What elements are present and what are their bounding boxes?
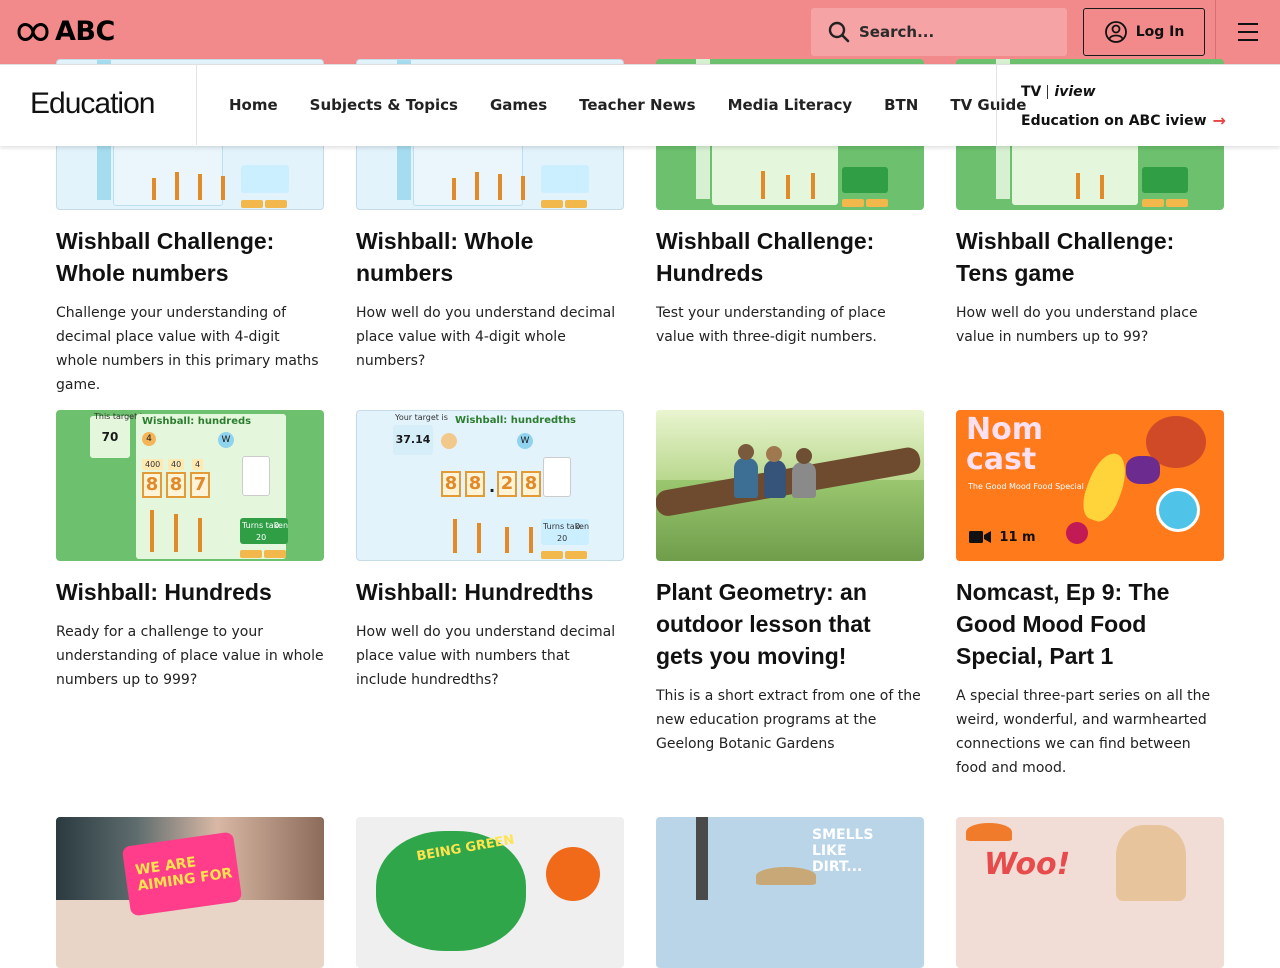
nomcast-logo-line2: cast	[966, 442, 1037, 477]
card-title[interactable]: Wishball: Hundreds	[56, 576, 324, 608]
turns-label: Turns taken	[543, 522, 590, 531]
target-number: 70	[90, 416, 130, 458]
card-description: Ready for a challenge to your understand…	[56, 624, 324, 688]
thumbnail-overlay-text: Woo!	[984, 847, 1071, 882]
education-nav: Education Home Subjects & Topics Games T…	[0, 64, 1280, 146]
abc-brand-text: ABC	[55, 16, 115, 47]
digit-hundreds[interactable]: 8	[142, 472, 162, 498]
turns-limit: 20	[256, 533, 267, 542]
login-label: Log In	[1135, 24, 1185, 40]
card-title[interactable]: Wishball Challenge: Whole numbers	[56, 225, 324, 289]
arrow-right-icon: →	[1212, 111, 1226, 130]
card-thumbnail[interactable]: SMELLS LIKE DIRT...	[656, 817, 924, 968]
card-thumbnail[interactable]: 70 This target is Wishball: hundreds 4 W…	[56, 410, 324, 561]
digit-tenths[interactable]: 2	[497, 471, 517, 497]
turns-value: 0	[575, 522, 581, 531]
card-thumbnail[interactable]: WE ARE AIMING FOR	[56, 817, 324, 968]
nav-teacher-news[interactable]: Teacher News	[563, 96, 711, 114]
search-input[interactable]	[859, 23, 1049, 41]
wish-ball: W	[517, 433, 533, 449]
video-duration-badge: 11 m	[956, 513, 1049, 561]
card[interactable]: 70 This target is Wishball: hundreds 4 W…	[56, 410, 324, 692]
abc-iview-logo: iview	[1054, 84, 1096, 100]
place-hundreds: 400	[142, 459, 164, 470]
nav-divider	[196, 65, 197, 145]
video-camera-icon	[969, 531, 992, 543]
header-divider	[1215, 0, 1216, 64]
nav-links: Home Subjects & Topics Games Teacher New…	[213, 65, 1042, 145]
card[interactable]: Nom cast The Good Mood Food Special 11 m…	[956, 410, 1224, 780]
iview-link-label: Education on ABC iview	[1021, 112, 1207, 129]
turns-label: Turns taken	[242, 521, 289, 530]
nav-btn[interactable]: BTN	[868, 96, 934, 114]
card-title[interactable]: Nomcast, Ep 9: The Good Mood Food Specia…	[956, 576, 1224, 672]
card-description: How well do you understand decimal place…	[356, 305, 616, 369]
decimal-point: .	[489, 477, 496, 496]
search-box[interactable]	[811, 8, 1067, 56]
abc-tv-logo: TV	[1021, 84, 1042, 100]
nav-games[interactable]: Games	[474, 96, 563, 114]
nav-subjects-topics[interactable]: Subjects & Topics	[294, 96, 474, 114]
iview-link[interactable]: Education on ABC iview →	[1021, 111, 1226, 130]
section-title[interactable]: Education	[30, 87, 155, 121]
digit-tens[interactable]: 8	[441, 471, 461, 497]
turns-value: 0	[274, 521, 280, 530]
spinner-ball	[441, 433, 457, 449]
card[interactable]: Your target is 37.14 Wishball: hundredth…	[356, 410, 624, 692]
card-title[interactable]: Plant Geometry: an outdoor lesson that g…	[656, 576, 924, 672]
card-description: Test your understanding of place value w…	[656, 305, 886, 345]
digit-ones[interactable]: 7	[190, 472, 210, 498]
digit-hundredths[interactable]: 8	[521, 471, 541, 497]
place-tens: 40	[168, 459, 185, 470]
search-icon	[828, 21, 850, 43]
spinner-ball: 4	[142, 432, 156, 446]
abc-top-bar: ABC Log In	[0, 0, 1280, 64]
digit-tens[interactable]: 8	[166, 472, 186, 498]
card-description: How well do you understand decimal place…	[356, 624, 616, 688]
abc-lissajous-icon	[17, 23, 49, 41]
card-description: Challenge your understanding of decimal …	[56, 305, 319, 393]
card-thumbnail[interactable]	[656, 410, 924, 561]
card-thumbnail[interactable]: Nom cast The Good Mood Food Special 11 m	[956, 410, 1224, 561]
card[interactable]: Plant Geometry: an outdoor lesson that g…	[656, 410, 924, 756]
game-heading: Wishball: hundreds	[142, 416, 252, 427]
wish-ball: W	[218, 432, 234, 448]
nav-media-literacy[interactable]: Media Literacy	[712, 96, 869, 114]
user-icon	[1104, 21, 1127, 43]
nav-home[interactable]: Home	[213, 96, 294, 114]
game-heading: Wishball: hundredths	[455, 415, 577, 426]
card-title[interactable]: Wishball Challenge: Tens game	[956, 225, 1224, 289]
target-label: Your target is	[395, 413, 448, 422]
card-thumbnail[interactable]: Woo!	[956, 817, 1224, 968]
abc-logo[interactable]: ABC	[17, 18, 115, 46]
card-thumbnail[interactable]: Your target is 37.14 Wishball: hundredth…	[356, 410, 624, 561]
card-title[interactable]: Wishball: Hundredths	[356, 576, 624, 608]
place-ones: 4	[192, 459, 204, 470]
card-title[interactable]: Wishball Challenge: Hundreds	[656, 225, 924, 289]
iview-promo[interactable]: TV iview Education on ABC iview →	[1021, 83, 1226, 130]
card-description: A special three-part series on all the w…	[956, 688, 1211, 776]
turns-limit: 20	[557, 534, 568, 543]
card-thumbnail[interactable]: BEING GREEN	[356, 817, 624, 968]
card-description: How well do you understand place value i…	[956, 305, 1198, 345]
iview-logos: TV iview	[1021, 83, 1226, 101]
target-number: 37.14	[393, 425, 433, 455]
thumbnail-overlay-text: SMELLS LIKE DIRT...	[812, 827, 874, 875]
nav-divider	[996, 65, 997, 145]
digit-ones[interactable]: 8	[465, 471, 485, 497]
card-description: This is a short extract from one of the …	[656, 688, 921, 752]
duration-label: 11 m	[999, 529, 1036, 545]
hamburger-menu-icon[interactable]	[1232, 20, 1264, 44]
card-title[interactable]: Wishball: Whole numbers	[356, 225, 624, 289]
nomcast-logo-line1: Nom	[966, 412, 1043, 447]
login-button[interactable]: Log In	[1083, 8, 1205, 56]
nomcast-subtitle: The Good Mood Food Special	[968, 482, 1084, 491]
